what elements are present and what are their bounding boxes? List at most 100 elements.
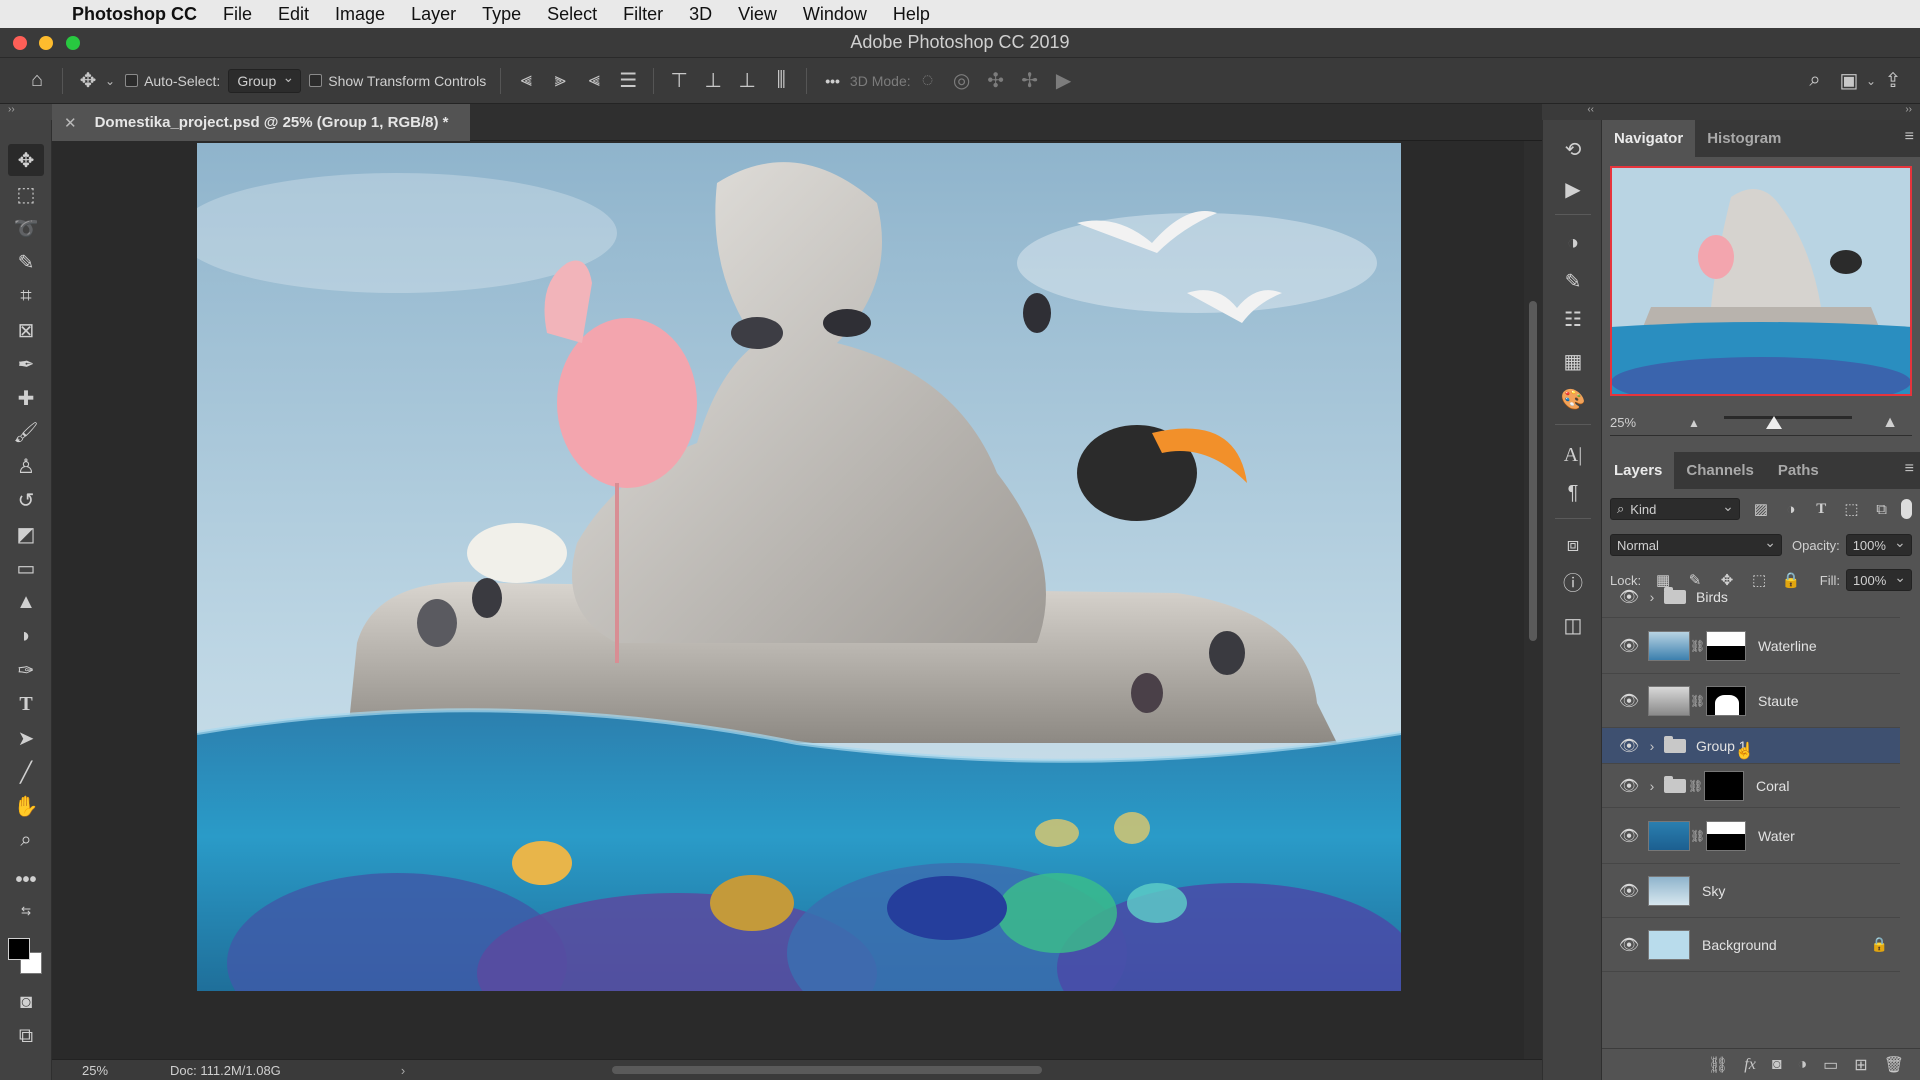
workspace-icon[interactable]: ▣ [1832,68,1866,93]
menu-layer[interactable]: Layer [411,4,456,25]
link-layers-icon[interactable]: ⛓ [1708,1055,1728,1075]
3d-pan-icon[interactable]: ✣ [979,68,1013,93]
shape-filter-icon[interactable]: ⬚ [1836,500,1866,518]
type-filter-icon[interactable]: T [1806,501,1836,518]
vertical-scrollbar[interactable] [1524,141,1542,1059]
brushes-panel-icon[interactable]: ✎ [1555,266,1591,296]
visibility-eye-icon[interactable]: 👁 [1614,881,1644,901]
type-tool-icon[interactable]: T [8,688,44,720]
libraries-panel-icon[interactable]: ⧈ [1555,530,1591,560]
color-panel-icon[interactable]: 🎨 [1555,384,1591,414]
expand-chevron-icon[interactable]: › [1644,738,1660,754]
new-layer-icon[interactable]: ⊞ [1854,1055,1867,1075]
marquee-tool-icon[interactable]: ⬚ [8,178,44,210]
layer-thumbnail[interactable] [1648,929,1690,960]
align-middle-icon[interactable]: ⊥ [696,68,730,93]
swatches-panel-icon[interactable]: ▦ [1555,346,1591,376]
home-icon[interactable]: ⌂ [20,69,54,92]
layer-mask-thumbnail[interactable] [1706,685,1746,716]
layer-row-group-1[interactable]: 👁 › Group 1 ☝ [1602,728,1900,764]
zoom-in-icon[interactable]: ▲ [1882,414,1898,432]
document-canvas-image[interactable] [197,143,1401,991]
panel-menu-icon[interactable]: ≡ [1905,128,1914,146]
gradient-tool-icon[interactable]: ▭ [8,552,44,584]
layer-thumbnail[interactable] [1648,820,1690,851]
chevron-down-icon[interactable]: ⌄ [105,74,115,88]
hand-tool-icon[interactable]: ✋ [8,790,44,822]
layer-row-coral[interactable]: 👁 › ⛓ Coral [1602,764,1900,808]
mask-link-icon[interactable]: ⛓ [1688,779,1703,793]
menu-view[interactable]: View [738,4,777,25]
menu-window[interactable]: Window [803,4,867,25]
layer-row-sky[interactable]: 👁 Sky [1602,864,1900,918]
align-right-icon[interactable]: ⫷ [577,69,611,92]
quick-mask-icon[interactable]: ◙ [8,986,44,1018]
edit-toolbar-icon[interactable]: ••• [8,864,44,896]
navigator-zoom-slider[interactable] [1724,416,1852,419]
close-window-button[interactable] [13,36,27,50]
blur-tool-icon[interactable]: ▲ [8,586,44,618]
navigator-zoom-slider-knob[interactable] [1766,416,1782,429]
frame-tool-icon[interactable]: ⊠ [8,314,44,346]
menu-type[interactable]: Type [482,4,521,25]
history-panel-icon[interactable]: ⟲ [1555,134,1591,164]
visibility-eye-icon[interactable]: 👁 [1614,935,1644,955]
quick-selection-tool-icon[interactable]: ✎ [8,246,44,278]
3d-orbit-icon[interactable]: ◌ [911,69,945,92]
lock-icon[interactable]: 🔒 [1871,936,1888,953]
menu-file[interactable]: File [223,4,252,25]
menu-3d[interactable]: 3D [689,4,712,25]
line-tool-icon[interactable]: ╱ [8,756,44,788]
distribute-icon[interactable]: ☰ [611,68,645,93]
adjustment-filter-icon[interactable]: ◑ [1776,501,1806,518]
path-selection-tool-icon[interactable]: ➤ [8,722,44,754]
align-center-icon[interactable]: ⫸ [543,69,577,92]
layer-row-water[interactable]: 👁 ⛓ Water [1602,808,1900,864]
eyedropper-tool-icon[interactable]: ✒ [8,348,44,380]
navigator-preview[interactable] [1610,166,1912,396]
visibility-eye-icon[interactable]: 👁 [1614,736,1644,756]
layer-thumbnail[interactable] [1648,685,1690,716]
info-panel-icon[interactable]: ⓘ [1555,566,1591,596]
eraser-tool-icon[interactable]: ◩ [8,518,44,550]
new-group-icon[interactable]: ▭ [1823,1055,1838,1075]
swap-colors-icon[interactable]: ⇆ [8,902,44,920]
opacity-input[interactable]: 100% [1845,534,1912,556]
3d-roll-icon[interactable]: ◎ [945,68,979,93]
layer-thumbnail[interactable] [1648,630,1690,661]
share-icon[interactable]: ⇪ [1876,68,1910,93]
menu-filter[interactable]: Filter [623,4,663,25]
visibility-eye-icon[interactable]: 👁 [1614,691,1644,711]
smart-object-filter-icon[interactable]: ⧉ [1867,501,1897,518]
zoom-out-icon[interactable]: ▲ [1688,416,1700,430]
visibility-eye-icon[interactable]: 👁 [1614,587,1644,607]
layer-thumbnail[interactable] [1648,875,1690,906]
visibility-eye-icon[interactable]: 👁 [1614,636,1644,656]
brush-tool-icon[interactable]: 🖌 [8,416,44,448]
navigator-zoom-value[interactable]: 25% [1610,415,1680,430]
blend-mode-dropdown[interactable]: Normal [1610,534,1782,556]
move-tool-preset-icon[interactable]: ✥ [71,68,105,93]
status-menu-arrow[interactable]: › [401,1063,405,1078]
document-tab[interactable]: ✕ Domestika_project.psd @ 25% (Group 1, … [52,104,470,141]
minimize-window-button[interactable] [39,36,53,50]
menu-image[interactable]: Image [335,4,385,25]
new-adjustment-icon[interactable]: ◑ [1797,1056,1807,1074]
align-bottom-icon[interactable]: ⊥ [730,68,764,93]
layer-mask-thumbnail[interactable] [1706,820,1746,851]
more-options-button[interactable]: ••• [825,73,840,89]
clone-stamp-tool-icon[interactable]: ♙ [8,450,44,482]
paragraph-panel-icon[interactable]: ¶ [1555,478,1591,508]
crop-tool-icon[interactable]: ⌗ [8,280,44,312]
zoom-tool-icon[interactable]: ⌕ [8,824,44,856]
visibility-eye-icon[interactable]: 👁 [1614,826,1644,846]
tab-channels[interactable]: Channels [1674,452,1766,489]
foreground-color-swatch[interactable] [8,938,30,960]
screen-mode-icon[interactable]: ⧉ [8,1020,44,1052]
learn-panel-icon[interactable]: ◫ [1555,610,1591,640]
layer-row-staute[interactable]: 👁 ⛓ Staute [1602,674,1900,728]
expand-chevron-icon[interactable]: › [1644,589,1660,605]
properties-panel-icon[interactable]: ☷ [1555,304,1591,334]
distribute-vertical-icon[interactable]: ⫼ [764,69,798,92]
add-mask-icon[interactable]: ◙ [1772,1056,1782,1074]
